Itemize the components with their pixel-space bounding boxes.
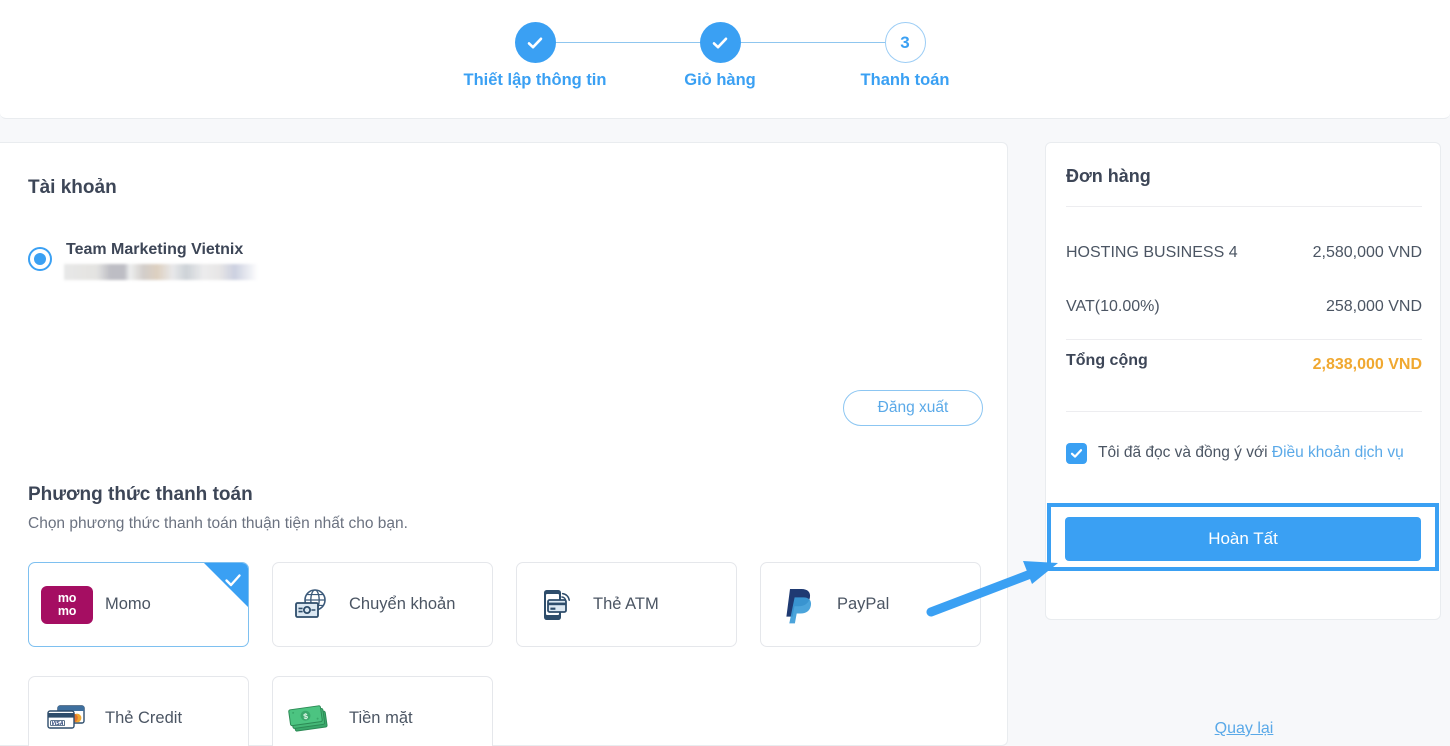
payment-method-label: Tiền mặt xyxy=(349,709,413,728)
terms-checkbox[interactable] xyxy=(1066,443,1087,464)
account-email-redacted xyxy=(64,264,258,280)
submit-order-button[interactable]: Hoàn Tất xyxy=(1065,517,1421,561)
terms-text-prefix: Tôi đã đọc và đồng ý với xyxy=(1098,444,1272,461)
checkout-main-panel: Tài khoản Team Marketing Vietnix Đăng xu… xyxy=(0,142,1008,746)
order-line-vat: VAT(10.00%) 258,000 VND xyxy=(1066,298,1422,316)
payment-method-atm[interactable]: Thẻ ATM xyxy=(516,562,737,647)
step-1-label: Thiết lập thông tin xyxy=(463,71,607,89)
step-2-label: Giỏ hàng xyxy=(684,71,756,89)
step-1-circle xyxy=(514,22,556,63)
payment-method-title: Phương thức thanh toán xyxy=(28,484,253,505)
step-1[interactable]: Thiết lập thông tin xyxy=(455,22,615,90)
order-line-label: HOSTING BUSINESS 4 xyxy=(1066,244,1238,261)
check-icon xyxy=(1070,449,1083,458)
order-line-amount: 258,000 VND xyxy=(1325,298,1422,315)
order-total-amount: 2,838,000 VND xyxy=(1312,356,1422,373)
check-icon xyxy=(710,33,730,53)
payment-method-label: PayPal xyxy=(837,595,890,614)
checkout-stepper: Thiết lập thông tin Giỏ hàng 3 Thanh toá… xyxy=(455,22,975,102)
order-line-amount: 2,580,000 VND xyxy=(1312,244,1422,261)
stepper-card: Thiết lập thông tin Giỏ hàng 3 Thanh toá… xyxy=(0,0,1450,119)
atm-card-icon xyxy=(517,585,593,625)
checkout-page: Thiết lập thông tin Giỏ hàng 3 Thanh toá… xyxy=(0,0,1450,746)
account-radio[interactable] xyxy=(28,247,52,271)
divider xyxy=(1066,339,1422,340)
bank-transfer-icon xyxy=(273,585,349,625)
step-2[interactable]: Giỏ hàng xyxy=(640,22,800,90)
terms-agreement-row: Tôi đã đọc và đồng ý với Điều khoản dịch… xyxy=(1066,440,1422,467)
momo-logo-icon: mo mo xyxy=(29,585,105,624)
payment-method-label: Momo xyxy=(105,595,151,614)
credit-card-icon: VISA xyxy=(29,702,105,736)
step-3-label: Thanh toán xyxy=(860,71,950,89)
payment-method-credit-card[interactable]: VISA Thẻ Credit xyxy=(28,676,249,746)
check-icon xyxy=(222,569,244,596)
terms-link[interactable]: Điều khoản dịch vụ xyxy=(1272,444,1404,461)
cash-icon: $ xyxy=(273,702,349,736)
step-2-circle xyxy=(699,22,741,63)
order-total-row: Tổng cộng 2,838,000 VND xyxy=(1066,352,1422,378)
divider xyxy=(1066,411,1422,412)
svg-text:VISA: VISA xyxy=(51,721,63,727)
paypal-icon xyxy=(761,585,837,625)
payment-method-cash[interactable]: $ Tiền mặt xyxy=(272,676,493,746)
order-line-item: HOSTING BUSINESS 4 2,580,000 VND xyxy=(1066,244,1422,262)
payment-method-label: Chuyển khoản xyxy=(349,595,456,614)
account-section-title: Tài khoản xyxy=(28,177,117,198)
terms-text: Tôi đã đọc và đồng ý với Điều khoản dịch… xyxy=(1066,440,1422,467)
logout-button[interactable]: Đăng xuất xyxy=(843,390,983,426)
payment-method-bank-transfer[interactable]: Chuyển khoản xyxy=(272,562,493,647)
step-3-circle: 3 xyxy=(884,22,926,63)
payment-method-momo[interactable]: mo mo Momo xyxy=(28,562,249,647)
check-icon xyxy=(525,33,545,53)
payment-method-label: Thẻ Credit xyxy=(105,709,183,728)
order-total-label: Tổng cộng xyxy=(1066,352,1148,369)
step-3[interactable]: 3 Thanh toán xyxy=(825,22,985,90)
payment-method-subtitle: Chọn phương thức thanh toán thuận tiện n… xyxy=(28,515,408,532)
account-row: Team Marketing Vietnix xyxy=(28,233,980,289)
order-line-label: VAT(10.00%) xyxy=(1066,298,1160,315)
account-name: Team Marketing Vietnix xyxy=(66,241,244,258)
order-summary-title: Đơn hàng xyxy=(1066,166,1151,186)
submit-button-highlight: Hoàn Tất xyxy=(1047,503,1439,571)
back-link[interactable]: Quay lại xyxy=(1066,720,1422,738)
divider xyxy=(1066,206,1422,207)
payment-method-paypal[interactable]: PayPal xyxy=(760,562,981,647)
payment-method-label: Thẻ ATM xyxy=(593,595,659,614)
